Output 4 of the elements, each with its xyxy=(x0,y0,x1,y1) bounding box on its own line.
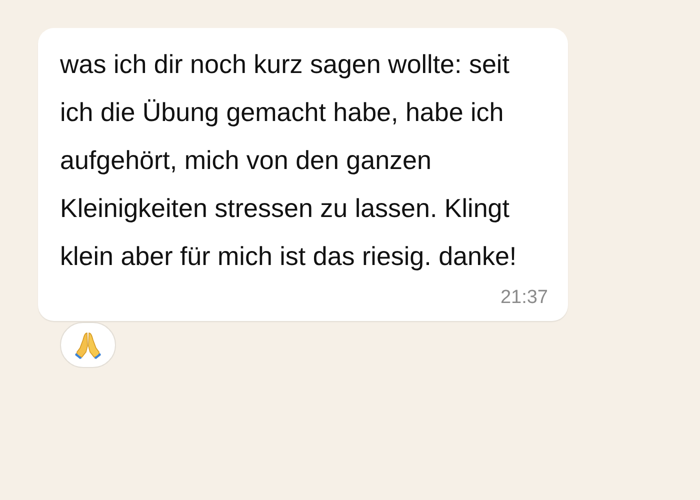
message-text: was ich dir noch kurz sagen wollte: seit ich die Übung gemacht habe, habe ich aufgehört, mich von den ganzen Kleinigkeiten stressen zu lassen. Klingt klein aber für mich ist das riesig. danke! xyxy=(60,48,518,273)
praying-hands-icon xyxy=(73,330,103,360)
reaction-button[interactable] xyxy=(60,322,116,368)
message-time: 21:37 xyxy=(500,286,548,310)
